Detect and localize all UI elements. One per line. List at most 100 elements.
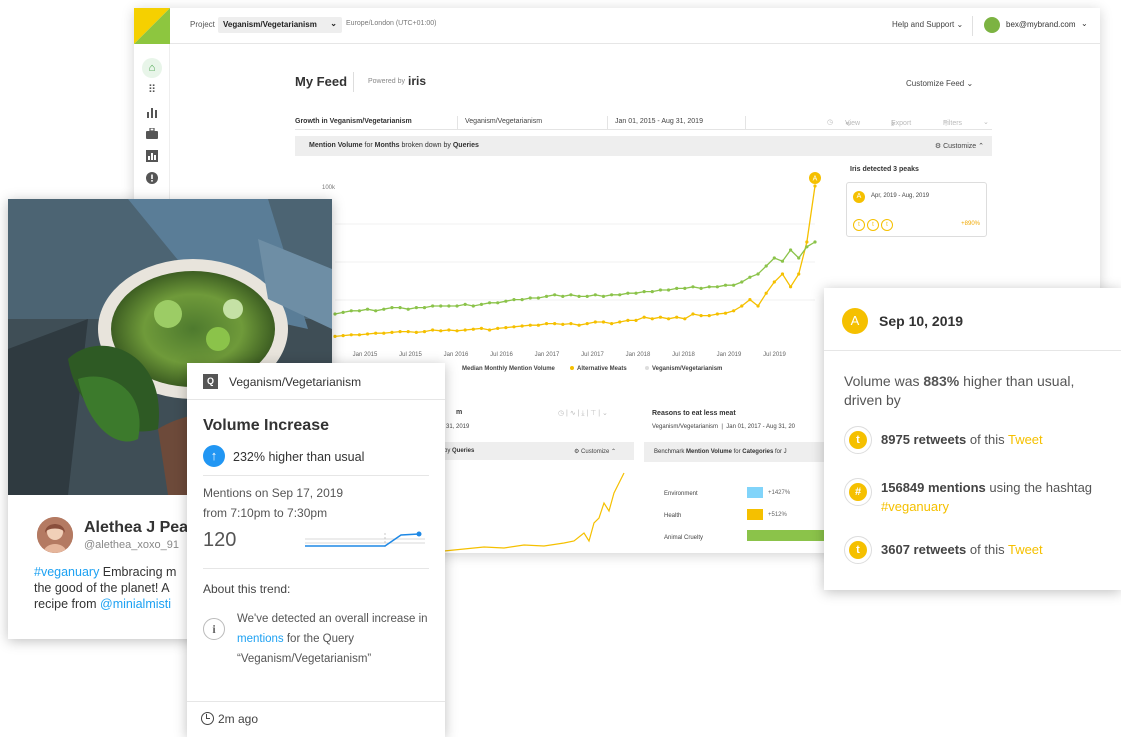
data-point	[658, 315, 663, 319]
data-point	[414, 330, 418, 334]
x-tick-label: Jan 2017	[535, 352, 560, 358]
customize-label: Customize	[943, 143, 977, 150]
data-point	[585, 322, 589, 326]
data-point	[528, 323, 532, 327]
data-point	[707, 285, 711, 289]
divider	[607, 116, 608, 129]
data-point	[650, 290, 654, 294]
home-icon[interactable]: ⌂	[142, 58, 162, 78]
chevron-down-icon[interactable]: ⌄	[1081, 19, 1088, 28]
bar-chart-icon[interactable]	[142, 102, 162, 122]
data-point	[634, 318, 638, 322]
data-point	[471, 327, 475, 331]
help-support-menu[interactable]: Help and Support ⌄	[892, 20, 963, 29]
customize-feed-label: Customize Feed	[906, 79, 965, 88]
data-point	[593, 293, 597, 297]
report-icon[interactable]	[142, 146, 162, 166]
alert-icon[interactable]	[142, 168, 162, 188]
data-point	[390, 306, 394, 310]
data-point	[398, 330, 402, 334]
peak-summary-card[interactable]: A Apr, 2019 - Aug, 2019 t t t +890%	[846, 182, 987, 237]
peak-detail-card[interactable]: A Sep 10, 2019 Volume was 883% higher th…	[824, 288, 1121, 590]
widget-query[interactable]: Veganism/Vegetarianism	[465, 118, 542, 125]
export-menu[interactable]: ⤓ Export ⌄	[891, 118, 911, 127]
customize-button[interactable]: ⚙ Customize ⌃	[935, 142, 984, 150]
hashtag-link[interactable]: #veganuary	[881, 499, 949, 514]
mention-link[interactable]: @minialmisti	[100, 597, 171, 611]
project-select[interactable]: Veganism/Vegetarianism ⌄	[218, 17, 342, 33]
chevron-down-icon[interactable]: ⌄	[983, 118, 989, 126]
user-email[interactable]: bex@mybrand.com	[1006, 20, 1075, 29]
hashtag-link[interactable]: #veganuary	[34, 565, 99, 579]
x-tick-label: Jan 2019	[717, 352, 742, 358]
data-point	[642, 315, 646, 319]
data-point	[479, 302, 484, 306]
divider	[457, 116, 458, 129]
data-point	[707, 314, 711, 318]
y-tick-label: 100k	[322, 185, 336, 191]
data-point	[333, 312, 337, 316]
avatar[interactable]	[984, 17, 1000, 33]
data-point	[756, 272, 760, 276]
widget2-tools[interactable]: ◷ | ∿ | ⤓ | ⊤ | ⌄	[558, 409, 608, 418]
data-point	[504, 299, 508, 303]
data-point	[431, 304, 435, 308]
data-point	[536, 296, 540, 300]
powered-by-label: Powered by	[368, 78, 405, 85]
avatar[interactable]	[37, 517, 73, 553]
trend-title: Volume Increase	[203, 417, 329, 434]
legend-item: Veganism/Vegetarianism	[652, 366, 722, 372]
widget2-date[interactable]: 31, 2019	[446, 424, 469, 430]
widget-date-range[interactable]: Jan 01, 2015 - Aug 31, 2019	[615, 118, 703, 125]
data-point	[365, 332, 370, 336]
divider	[353, 72, 354, 92]
x-tick-label: Jan 2018	[626, 352, 651, 358]
data-point	[626, 291, 630, 295]
widget2-title: m	[456, 409, 463, 416]
data-point	[553, 322, 557, 326]
twitter-icon: t	[844, 426, 872, 454]
chevron-down-icon: ⌄	[956, 20, 964, 29]
data-point	[740, 304, 744, 308]
data-point	[455, 329, 459, 333]
data-point	[398, 306, 402, 310]
trend-query[interactable]: Veganism/Vegetarianism	[229, 375, 361, 389]
data-point	[422, 330, 427, 334]
data-point	[732, 283, 736, 287]
peak-badge: A	[853, 191, 865, 203]
twitter-icon: t	[853, 219, 865, 231]
peak-date: Sep 10, 2019	[879, 313, 964, 329]
page-title: My Feed	[295, 74, 348, 89]
data-point	[536, 323, 540, 327]
post-author-handle[interactable]: @alethea_xoxo_91	[84, 539, 179, 551]
hashtag-icon: #	[844, 478, 872, 506]
x-tick-label: Jul 2015	[399, 352, 422, 358]
tweet-link[interactable]: Tweet	[1008, 432, 1043, 447]
view-menu[interactable]: ∿ View ⌄	[845, 118, 860, 128]
data-point	[365, 307, 370, 311]
data-point	[496, 301, 500, 305]
trend-card-header: Q Veganism/Vegetarianism	[187, 363, 445, 400]
post-author-name[interactable]: Alethea J Pea	[84, 519, 188, 537]
category-bar	[747, 530, 827, 541]
apps-grid-icon[interactable]: ⠿	[142, 80, 162, 100]
widget-name[interactable]: Growth in Veganism/Vegetarianism	[295, 118, 412, 125]
data-point	[805, 245, 809, 249]
widget2-bar-text: by Queries	[444, 448, 475, 454]
mentions-date: Mentions on Sep 17, 2019	[203, 486, 344, 500]
trend-card[interactable]: Q Veganism/Vegetarianism Volume Increase…	[187, 363, 445, 737]
data-point	[528, 296, 532, 300]
briefcase-icon[interactable]	[142, 124, 162, 144]
widget3-bar: Benchmark Mention Volume for Categories …	[644, 442, 824, 462]
data-point	[406, 330, 410, 334]
tweet-link[interactable]: Tweet	[1008, 542, 1043, 557]
mentions-link[interactable]: mentions	[237, 633, 284, 645]
data-point	[772, 256, 776, 260]
customize-feed-button[interactable]: Customize Feed ⌄	[906, 79, 973, 88]
data-point	[512, 298, 516, 302]
data-point	[813, 240, 817, 244]
customize-button[interactable]: ⚙ Customize ⌃	[574, 448, 616, 455]
data-point	[764, 264, 768, 268]
clock-icon[interactable]: ◷	[827, 118, 833, 126]
iris-logo: iris	[408, 74, 427, 88]
